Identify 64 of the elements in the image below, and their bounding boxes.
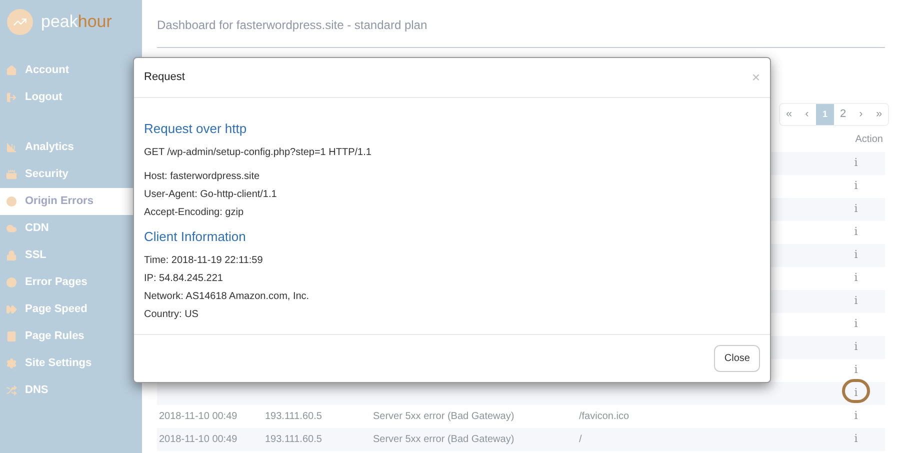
info-button[interactable]: i: [854, 224, 858, 241]
sidebar-item[interactable]: CDN: [0, 215, 142, 242]
info-button[interactable]: i: [854, 385, 858, 402]
detail-line: Host: fasterwordpress.site: [144, 170, 261, 184]
lock-icon: [6, 250, 17, 261]
sidebar-item[interactable]: Page Rules: [0, 323, 142, 350]
settings-icon: [6, 358, 17, 369]
sidebar-item[interactable]: Site Settings: [0, 350, 142, 377]
home-icon: [6, 65, 17, 76]
close-button[interactable]: Close: [714, 345, 760, 372]
detail-line: Country: US: [144, 308, 200, 322]
table-cell-text: /: [579, 433, 583, 447]
sidebar-item[interactable]: Security: [0, 161, 142, 188]
pagination-link[interactable]: 2: [834, 104, 852, 125]
info-button[interactable]: i: [854, 293, 858, 310]
fast-forward-icon: [6, 304, 17, 315]
table-cell-text: 193.111.60.5: [265, 410, 323, 424]
sidebar-item[interactable]: Account: [0, 57, 142, 84]
info-button[interactable]: i: [854, 270, 858, 287]
pagination-link[interactable]: «: [780, 104, 798, 125]
logo-icon: [7, 9, 33, 35]
logout-icon: [6, 92, 17, 103]
detail-line: Accept-Encoding: gzip: [144, 206, 245, 220]
sidebar-item[interactable]: Page Speed: [0, 296, 142, 323]
close-icon[interactable]: ×: [752, 67, 760, 88]
detail-line: Time: 2018-11-19 22:11:59: [144, 254, 264, 268]
shuffle-icon: [6, 385, 17, 396]
detail-line: IP: 54.84.245.221: [144, 272, 224, 286]
section-heading: Request over http: [144, 120, 248, 138]
cloud-icon: [6, 223, 17, 234]
info-button[interactable]: i: [854, 362, 858, 379]
info-button[interactable]: i: [854, 178, 858, 195]
info-button[interactable]: i: [854, 339, 858, 356]
info-button[interactable]: i: [854, 247, 858, 264]
pagination-link[interactable]: »: [870, 104, 888, 125]
table-cell-text: Server 5xx error (Bad Gateway): [373, 433, 516, 447]
info-button[interactable]: i: [854, 201, 858, 218]
sidebar-item[interactable]: SSL: [0, 242, 142, 269]
sidebar-item[interactable]: DNS: [0, 377, 142, 404]
sidebar-item[interactable]: Logout: [0, 84, 142, 111]
info-button[interactable]: i: [854, 316, 858, 333]
detail-line: User-Agent: Go-http-client/1.1: [144, 188, 278, 202]
table-cell-text: 2018-11-10 00:49: [158, 433, 238, 447]
info-button[interactable]: i: [854, 431, 858, 448]
dialog-title: Request: [144, 70, 185, 86]
detail-line: Network: AS14618 Amazon.com, Inc.: [144, 290, 310, 304]
page-title: Dashboard for fasterwordpress.site - standard plan: [157, 16, 428, 34]
logo-text: peakhour: [41, 11, 112, 34]
detail-line: GET /wp-admin/setup-config.php?step=1 HTTP/1.1: [144, 146, 372, 160]
sidebar-item[interactable]: Error Pages: [0, 269, 142, 296]
book-icon: [6, 331, 17, 342]
info-button[interactable]: i: [854, 155, 858, 172]
info-button[interactable]: i: [854, 408, 858, 425]
table-cell-text: Server 5xx error (Bad Gateway): [373, 410, 516, 424]
table-cell-text: 2018-11-10 00:49: [158, 410, 238, 424]
table-cell-text: /favicon.ico: [579, 410, 630, 424]
pagination-link[interactable]: 1: [816, 104, 834, 125]
section-heading: Client Information: [144, 228, 247, 246]
table-cell-text: 193.111.60.5: [265, 433, 323, 447]
sidebar-item[interactable]: Analytics: [0, 134, 142, 161]
castle-icon: [6, 169, 17, 180]
pagination-link[interactable]: ‹: [798, 104, 816, 125]
pagination-link[interactable]: ›: [852, 104, 870, 125]
column-header: Action: [855, 132, 883, 146]
